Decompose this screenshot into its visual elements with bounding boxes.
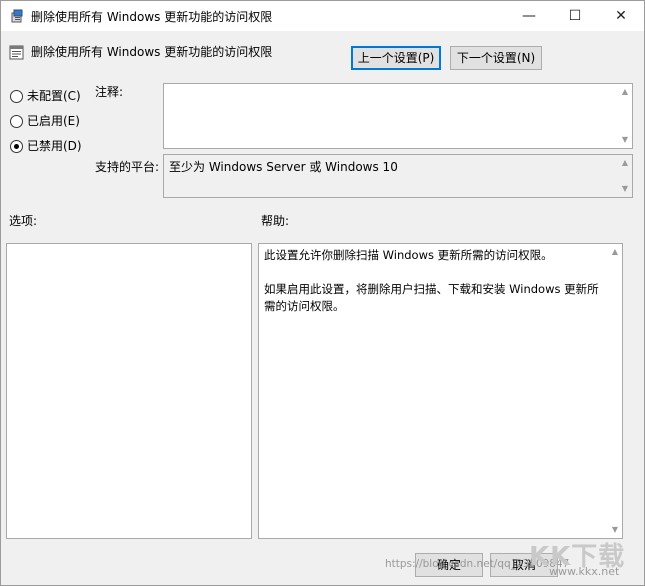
radio-disabled[interactable]: 已禁用(D)	[10, 137, 82, 153]
radio-disabled-label: 已禁用(D)	[27, 139, 82, 153]
watermark-logo-site: www.kkx.net	[549, 565, 620, 578]
scroll-down-icon[interactable]: ▼	[618, 134, 632, 146]
window-title: 删除使用所有 Windows 更新功能的访问权限	[31, 10, 273, 24]
help-scrollbar[interactable]: ▲ ▼	[608, 244, 622, 538]
maximize-button[interactable]: ☐	[552, 1, 598, 31]
next-setting-button[interactable]: 下一个设置(N)	[450, 46, 542, 70]
options-label: 选项:	[9, 214, 38, 228]
radio-enabled[interactable]: 已启用(E)	[10, 112, 80, 128]
minimize-icon: —	[522, 8, 536, 24]
policy-name: 删除使用所有 Windows 更新功能的访问权限	[31, 45, 273, 59]
watermark-logo: KK下载 www.kkx.net	[529, 536, 639, 580]
scroll-up-icon[interactable]: ▲	[608, 246, 622, 258]
platform-label: 支持的平台:	[95, 160, 160, 174]
help-paragraph: 此设置允许你删除扫描 Windows 更新所需的访问权限。	[264, 248, 553, 262]
gpedit-icon	[11, 9, 23, 23]
radio-not-configured-circle[interactable]	[10, 90, 23, 103]
platform-scrollbar[interactable]: ▲ ▼	[618, 155, 632, 197]
comment-textarea[interactable]: ▲ ▼	[163, 83, 633, 149]
help-text: 此设置允许你删除扫描 Windows 更新所需的访问权限。 如果启用此设置，将删…	[264, 247, 604, 332]
policy-setting-icon	[9, 45, 24, 60]
radio-disabled-circle[interactable]	[10, 140, 23, 153]
radio-not-configured[interactable]: 未配置(C)	[10, 87, 81, 103]
help-paragraph: 如果启用此设置，将删除用户扫描、下载和安装 Windows 更新所需的访问权限。	[264, 282, 599, 313]
comment-scrollbar[interactable]: ▲ ▼	[618, 84, 632, 148]
radio-not-configured-label: 未配置(C)	[27, 89, 81, 103]
previous-setting-button[interactable]: 上一个设置(P)	[351, 46, 441, 70]
help-label: 帮助:	[261, 214, 290, 228]
close-icon: ✕	[615, 8, 627, 24]
scroll-up-icon[interactable]: ▲	[618, 86, 632, 98]
radio-enabled-label: 已启用(E)	[27, 114, 80, 128]
platform-field: 至少为 Windows Server 或 Windows 10 ▲ ▼	[163, 154, 633, 198]
help-panel: 此设置允许你删除扫描 Windows 更新所需的访问权限。 如果启用此设置，将删…	[258, 243, 623, 539]
radio-enabled-circle[interactable]	[10, 115, 23, 128]
scroll-up-icon[interactable]: ▲	[618, 157, 632, 169]
title-bar[interactable]: 删除使用所有 Windows 更新功能的访问权限 — ☐ ✕	[1, 1, 644, 31]
maximize-icon: ☐	[568, 8, 582, 24]
policy-dialog: 删除使用所有 Windows 更新功能的访问权限 — ☐ ✕ 删除使用所有 Wi…	[0, 0, 645, 586]
minimize-button[interactable]: —	[506, 1, 552, 31]
options-panel	[6, 243, 252, 539]
close-button[interactable]: ✕	[598, 1, 644, 31]
platform-value: 至少为 Windows Server 或 Windows 10	[169, 160, 398, 174]
scroll-down-icon[interactable]: ▼	[608, 524, 622, 536]
scroll-down-icon[interactable]: ▼	[618, 183, 632, 195]
comment-label: 注释:	[95, 85, 124, 99]
